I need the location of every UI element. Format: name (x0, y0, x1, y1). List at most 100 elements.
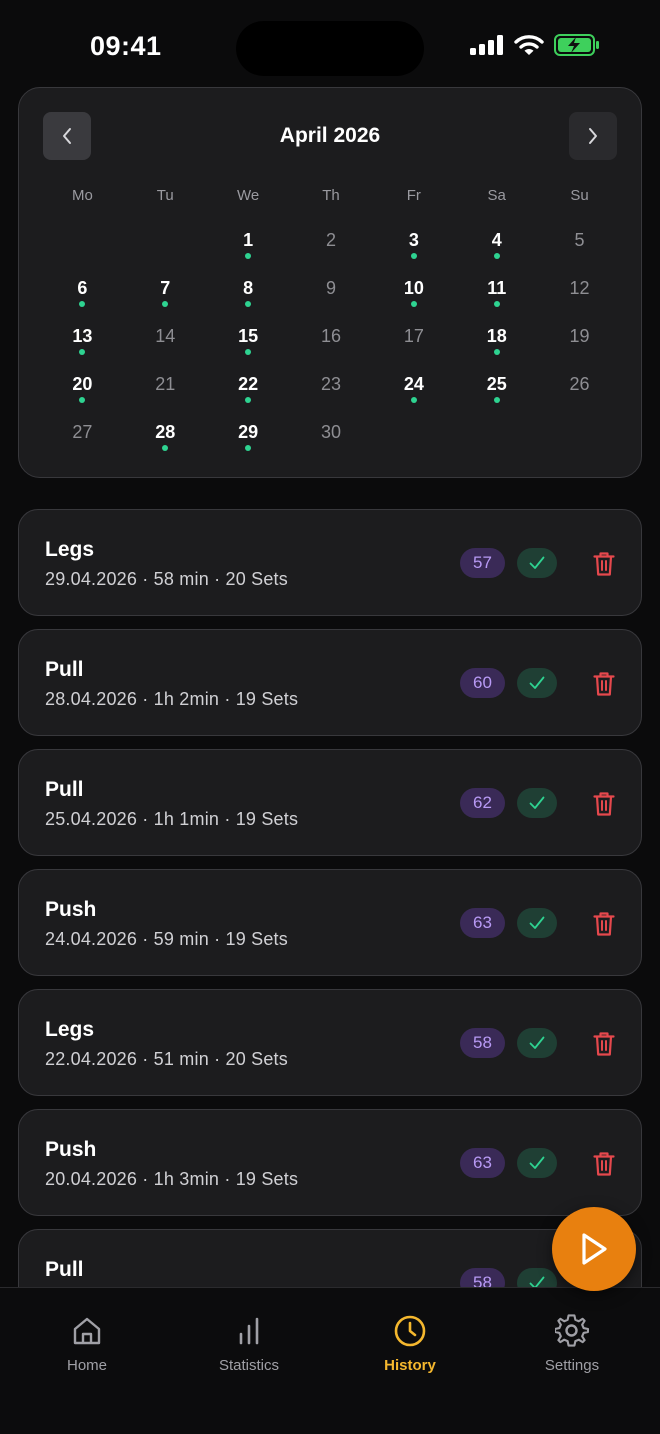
calendar-day-number: 29 (238, 422, 259, 442)
check-icon (529, 1036, 545, 1049)
tab-home[interactable]: Home (17, 1314, 157, 1374)
calendar-day[interactable]: 21 (124, 364, 207, 412)
calendar-day[interactable]: 16 (290, 316, 373, 364)
tab-statistics[interactable]: Statistics (179, 1314, 319, 1374)
workout-indicator-dot (410, 253, 417, 259)
start-workout-button[interactable] (552, 1207, 636, 1291)
check-icon (529, 1156, 545, 1169)
workout-card[interactable]: Legs 29.04.2026 · 58 min · 20 Sets 57 (18, 509, 642, 616)
calendar-day[interactable]: 10 (372, 268, 455, 316)
workout-card[interactable]: Push 24.04.2026 · 59 min · 19 Sets 63 (18, 869, 642, 976)
workout-indicator-dot (245, 445, 252, 451)
calendar-empty-cell (41, 220, 124, 268)
score-badge: 63 (460, 908, 505, 938)
delete-workout-button[interactable] (591, 1030, 617, 1058)
workout-history-list: Legs 29.04.2026 · 58 min · 20 Sets 57 Pull 2… (18, 509, 642, 1287)
workout-indicator-dot (493, 253, 500, 259)
trash-icon (593, 552, 615, 576)
calendar-day-number: 1 (243, 230, 254, 250)
delete-workout-button[interactable] (591, 550, 617, 578)
calendar-day[interactable]: 26 (538, 364, 621, 412)
calendar-day[interactable]: 20 (41, 364, 124, 412)
calendar-day-number: 4 (491, 230, 502, 250)
workout-card[interactable]: Pull 58 (18, 1229, 642, 1287)
workout-indicator-dot (79, 301, 86, 307)
delete-workout-button[interactable] (591, 670, 617, 698)
completed-badge (517, 548, 557, 578)
calendar-day[interactable]: 4 (455, 220, 538, 268)
calendar-month-title: April 2026 (279, 124, 381, 147)
workout-details: 25.04.2026 · 1h 1min · 19 Sets (45, 809, 299, 829)
calendar-day[interactable]: 24 (372, 364, 455, 412)
calendar-day[interactable]: 13 (41, 316, 124, 364)
weekday-header-row: Mo Tu We Th Fr Sa Su (41, 187, 621, 204)
calendar-day[interactable]: 3 (372, 220, 455, 268)
workout-name: Push (45, 1138, 97, 1161)
next-month-button[interactable] (569, 112, 617, 160)
calendar-day[interactable]: 28 (124, 412, 207, 460)
calendar-day[interactable]: 29 (207, 412, 290, 460)
tab-history[interactable]: History (340, 1314, 480, 1374)
calendar-day-number: 14 (155, 326, 176, 346)
calendar-day[interactable]: 15 (207, 316, 290, 364)
calendar-day-number: 25 (486, 374, 507, 394)
calendar-day-number: 7 (160, 278, 171, 298)
workout-card[interactable]: Legs 22.04.2026 · 51 min · 20 Sets 58 (18, 989, 642, 1096)
tab-settings[interactable]: Settings (502, 1314, 642, 1374)
calendar-day[interactable]: 14 (124, 316, 207, 364)
play-icon (582, 1233, 607, 1265)
calendar-day[interactable]: 9 (290, 268, 373, 316)
status-icons (470, 34, 600, 56)
delete-workout-button[interactable] (591, 790, 617, 818)
calendar-day-number: 27 (72, 422, 93, 442)
gear-icon (555, 1314, 589, 1347)
calendar-day[interactable]: 22 (207, 364, 290, 412)
trash-icon (593, 1032, 615, 1056)
calendar-day[interactable]: 19 (538, 316, 621, 364)
calendar-day-number: 17 (403, 326, 424, 346)
calendar-day[interactable]: 27 (41, 412, 124, 460)
workout-card[interactable]: Push 20.04.2026 · 1h 3min · 19 Sets 63 (18, 1109, 642, 1216)
calendar-day[interactable]: 30 (290, 412, 373, 460)
calendar-day-number: 2 (325, 230, 336, 250)
score-badge: 63 (460, 1148, 505, 1178)
calendar-day-number: 23 (320, 374, 341, 394)
check-icon (529, 916, 545, 929)
calendar-day[interactable]: 2 (290, 220, 373, 268)
calendar-day[interactable]: 12 (538, 268, 621, 316)
calendar-day-number: 30 (320, 422, 341, 442)
workout-indicator-dot (245, 397, 252, 403)
calendar-day[interactable]: 1 (207, 220, 290, 268)
calendar-day[interactable]: 7 (124, 268, 207, 316)
calendar-day-number: 21 (155, 374, 176, 394)
calendar-day[interactable]: 23 (290, 364, 373, 412)
weekday-label: Tu (156, 187, 174, 204)
workout-card[interactable]: Pull 28.04.2026 · 1h 2min · 19 Sets 60 (18, 629, 642, 736)
calendar-day[interactable]: 18 (455, 316, 538, 364)
status-bar: 09:41 (0, 0, 660, 90)
calendar-day[interactable]: 6 (41, 268, 124, 316)
workout-indicator-dot (410, 301, 417, 307)
workout-name: Legs (45, 538, 95, 561)
calendar-day[interactable]: 17 (372, 316, 455, 364)
score-badge: 60 (460, 668, 505, 698)
delete-workout-button[interactable] (591, 910, 617, 938)
workout-name: Push (45, 898, 97, 921)
trash-icon (593, 1152, 615, 1176)
calendar-day[interactable]: 5 (538, 220, 621, 268)
calendar-day-number: 13 (72, 326, 93, 346)
calendar-day[interactable]: 8 (207, 268, 290, 316)
workout-indicator-dot (245, 349, 252, 355)
weekday-label: Th (322, 187, 340, 204)
check-icon (529, 556, 545, 569)
calendar-day[interactable]: 11 (455, 268, 538, 316)
completed-badge (517, 1268, 557, 1287)
calendar-day[interactable]: 25 (455, 364, 538, 412)
delete-workout-button[interactable] (591, 1150, 617, 1178)
workout-name: Legs (45, 1018, 95, 1041)
cellular-signal-icon (470, 35, 503, 55)
workout-indicator-dot (493, 397, 500, 403)
workout-card[interactable]: Pull 25.04.2026 · 1h 1min · 19 Sets 62 (18, 749, 642, 856)
workout-indicator-dot (162, 301, 169, 307)
calendar-day-number: 15 (238, 326, 259, 346)
